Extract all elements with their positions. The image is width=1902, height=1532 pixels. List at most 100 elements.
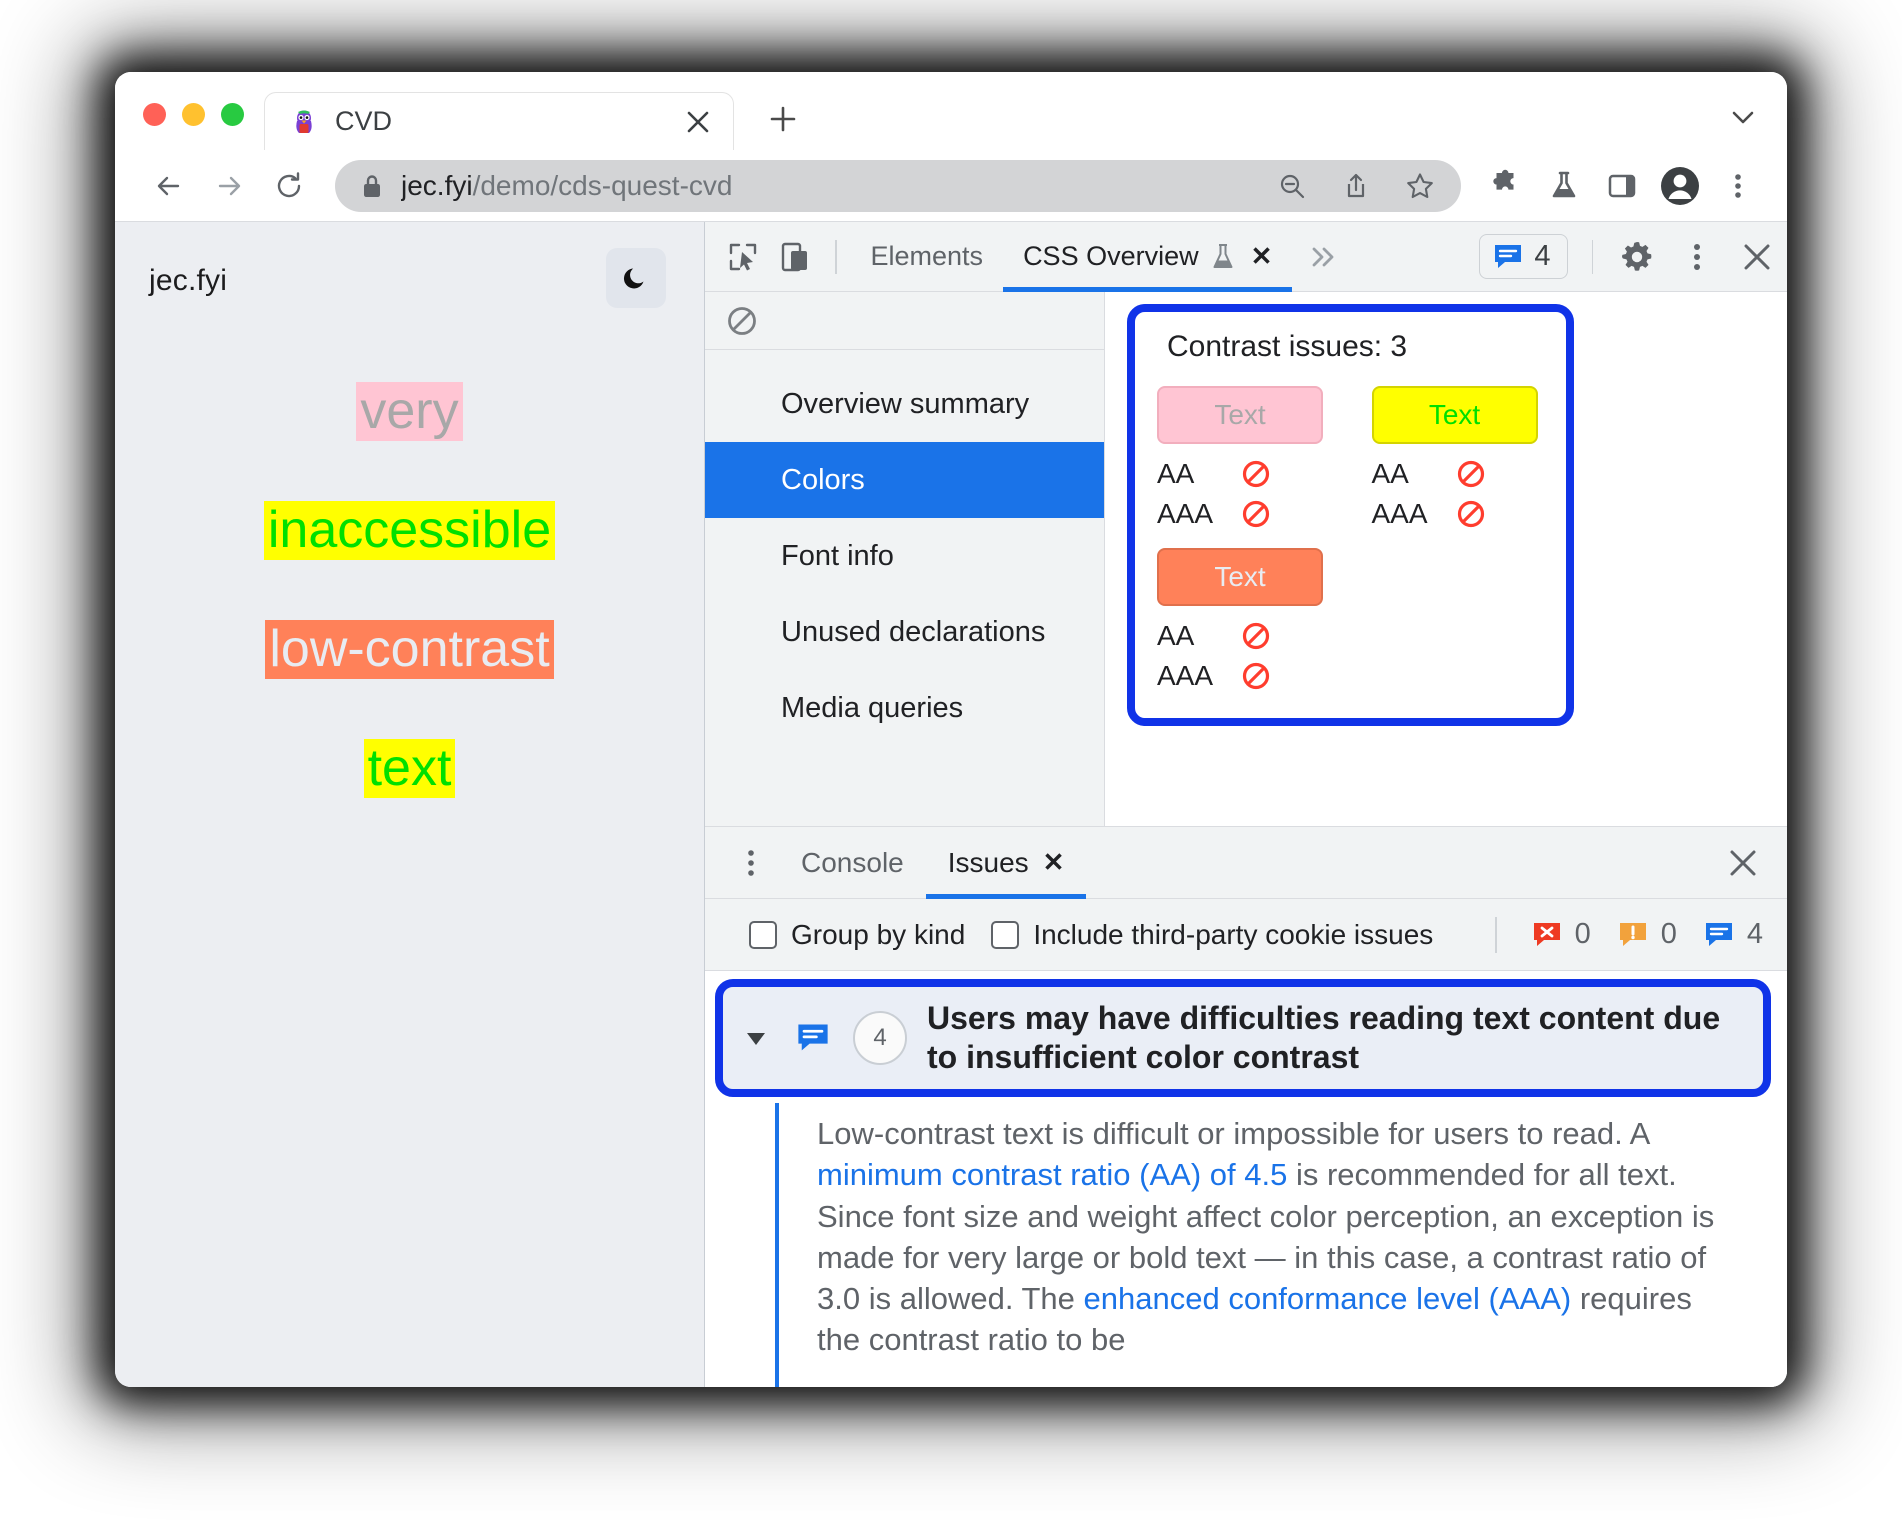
close-icon[interactable] (1713, 833, 1773, 893)
extensions-puzzle-icon[interactable] (1479, 159, 1533, 213)
contrast-level-label: AAA (1157, 660, 1214, 691)
tab-elements[interactable]: Elements (851, 222, 1004, 292)
tab-title: CVD (335, 106, 393, 136)
chevron-double-right-icon[interactable] (1292, 222, 1354, 292)
issue-description-link[interactable]: minimum contrast ratio (AA) of 4.5 (817, 1157, 1287, 1192)
checkbox-label: Include third-party cookie issues (1033, 918, 1434, 950)
tab-label: CSS Overview (1023, 241, 1199, 271)
checkbox-box[interactable] (749, 920, 777, 949)
sidebar-item-media-queries[interactable]: Media queries (705, 670, 1104, 746)
checkbox-label: Group by kind (791, 918, 966, 950)
clear-overview-icon[interactable] (723, 302, 761, 340)
tab-strip: CVD (115, 72, 1787, 150)
contrast-swatch-label: Text (1428, 399, 1481, 430)
issue-row[interactable]: 4 Users may have difficulties reading te… (715, 979, 1771, 1098)
chevron-down-icon[interactable] (1713, 90, 1773, 144)
sidebar-item-colors[interactable]: Colors (705, 442, 1104, 518)
arrow-left-icon[interactable] (141, 158, 197, 214)
css-overview-view: Overview summary Colors Font info Unused… (705, 292, 1787, 827)
share-icon[interactable] (1333, 163, 1379, 209)
issues-list: 4 Users may have difficulties reading te… (705, 971, 1787, 1387)
drawer-tab-issues[interactable]: Issues ✕ (925, 827, 1087, 899)
page-brand: jec.fyi (149, 264, 228, 297)
third-party-cookie-checkbox[interactable]: Include third-party cookie issues (991, 919, 1433, 951)
issues-badge-button[interactable]: 4 (1479, 234, 1568, 279)
issue-row-wrapper: 4 Users may have difficulties reading te… (705, 971, 1787, 1103)
issue-error-icon (1531, 919, 1563, 951)
devtools-drawer: Console Issues ✕ Group by kind Include t… (705, 827, 1787, 1387)
contrast-swatch[interactable]: Text AA AAA (1157, 548, 1323, 696)
device-toolbar-icon[interactable] (769, 231, 821, 283)
browser-window: CVD jec.fyi/demo/cds-quest-cvd jec.fyi v… (115, 72, 1787, 1387)
contrast-swatch[interactable]: Text AA AAA (1371, 386, 1538, 534)
puffin-avatar-icon (291, 109, 317, 135)
contrast-level-row: AA (1157, 616, 1323, 656)
contrast-swatch[interactable]: Text AA AAA (1157, 386, 1323, 534)
issue-info-icon (1492, 241, 1524, 273)
inspect-cursor-icon[interactable] (717, 231, 769, 283)
contrast-level-label: AAA (1371, 498, 1428, 529)
chrome-menu-icon[interactable] (1711, 159, 1765, 213)
experiments-flask-icon[interactable] (1537, 159, 1591, 213)
drawer-tab-label: Console (801, 846, 904, 878)
sidebar-item-label: Unused declarations (781, 615, 1046, 648)
zoom-out-icon[interactable] (1269, 163, 1315, 209)
issue-detail: Low-contrast text is difficult or imposs… (705, 1103, 1787, 1387)
contrast-swatch-grid: Text AA AAA Text AA AAA Text AA AAA (1157, 386, 1544, 696)
sidebar-item-overview-summary[interactable]: Overview summary (705, 366, 1104, 442)
sidebar-item-label: Font info (781, 539, 894, 572)
profile-avatar-icon[interactable] (1653, 159, 1707, 213)
warning-counter[interactable]: 0 (1617, 918, 1677, 951)
issue-description-link[interactable]: enhanced conformance level (AAA) (1084, 1281, 1572, 1316)
no-entry-icon (1241, 499, 1271, 529)
tab-css-overview[interactable]: CSS Overview ✕ (1003, 222, 1293, 292)
info-counter[interactable]: 4 (1703, 918, 1763, 951)
contrast-swatch-preview: Text (1371, 386, 1538, 444)
sidebar-item-font-info[interactable]: Font info (705, 518, 1104, 594)
star-icon[interactable] (1397, 163, 1443, 209)
reload-icon[interactable] (261, 158, 317, 214)
contrast-level-row: AAA (1157, 494, 1323, 534)
drawer-tab-bar: Console Issues ✕ (705, 827, 1787, 899)
window-body: jec.fyi very inaccessible low-contrast t… (115, 222, 1787, 1387)
maximize-window-button[interactable] (221, 103, 244, 126)
close-icon[interactable] (681, 105, 715, 139)
css-overview-sidebar: Overview summary Colors Font info Unused… (705, 292, 1105, 826)
plus-icon[interactable] (756, 92, 810, 146)
browser-toolbar: jec.fyi/demo/cds-quest-cvd (115, 150, 1787, 222)
arrow-right-icon[interactable] (201, 158, 257, 214)
address-bar-url: jec.fyi/demo/cds-quest-cvd (401, 170, 1251, 202)
no-entry-icon (1241, 621, 1271, 651)
close-icon[interactable]: ✕ (1251, 241, 1273, 272)
kebab-menu-icon[interactable] (1667, 227, 1727, 287)
no-entry-icon (1241, 661, 1271, 691)
contrast-level-label: AA (1371, 458, 1409, 489)
error-counter[interactable]: 0 (1531, 918, 1591, 951)
contrast-swatch-preview: Text (1157, 548, 1323, 606)
header-divider (835, 239, 837, 274)
side-panel-icon[interactable] (1595, 159, 1649, 213)
close-window-button[interactable] (143, 103, 166, 126)
drawer-tab-console[interactable]: Console (779, 827, 926, 899)
group-by-kind-checkbox[interactable]: Group by kind (749, 919, 965, 951)
close-icon[interactable] (1727, 227, 1787, 287)
contrast-level-label: AA (1157, 620, 1195, 651)
gear-icon[interactable] (1607, 227, 1667, 287)
moon-icon[interactable] (606, 248, 666, 308)
page-viewport: jec.fyi very inaccessible low-contrast t… (115, 222, 705, 1387)
triangle-down-icon[interactable] (739, 1021, 773, 1055)
issue-occurrence-count: 4 (853, 1011, 907, 1066)
close-icon[interactable]: ✕ (1043, 847, 1065, 878)
css-overview-content: Contrast issues: 3 Text AA AAA Text AA A… (1105, 292, 1787, 826)
minimize-window-button[interactable] (182, 103, 205, 126)
kebab-menu-icon[interactable] (723, 835, 779, 891)
checkbox-box[interactable] (991, 920, 1020, 949)
info-count: 4 (1746, 918, 1763, 950)
contrast-swatch-preview: Text (1157, 386, 1323, 444)
header-divider (1591, 239, 1593, 274)
browser-tab[interactable]: CVD (264, 92, 734, 150)
sidebar-item-unused-declarations[interactable]: Unused declarations (705, 594, 1104, 670)
issue-title: Users may have difficulties reading text… (927, 1000, 1721, 1076)
contrast-swatch-label: Text (1214, 561, 1266, 592)
address-bar[interactable]: jec.fyi/demo/cds-quest-cvd (335, 159, 1461, 212)
